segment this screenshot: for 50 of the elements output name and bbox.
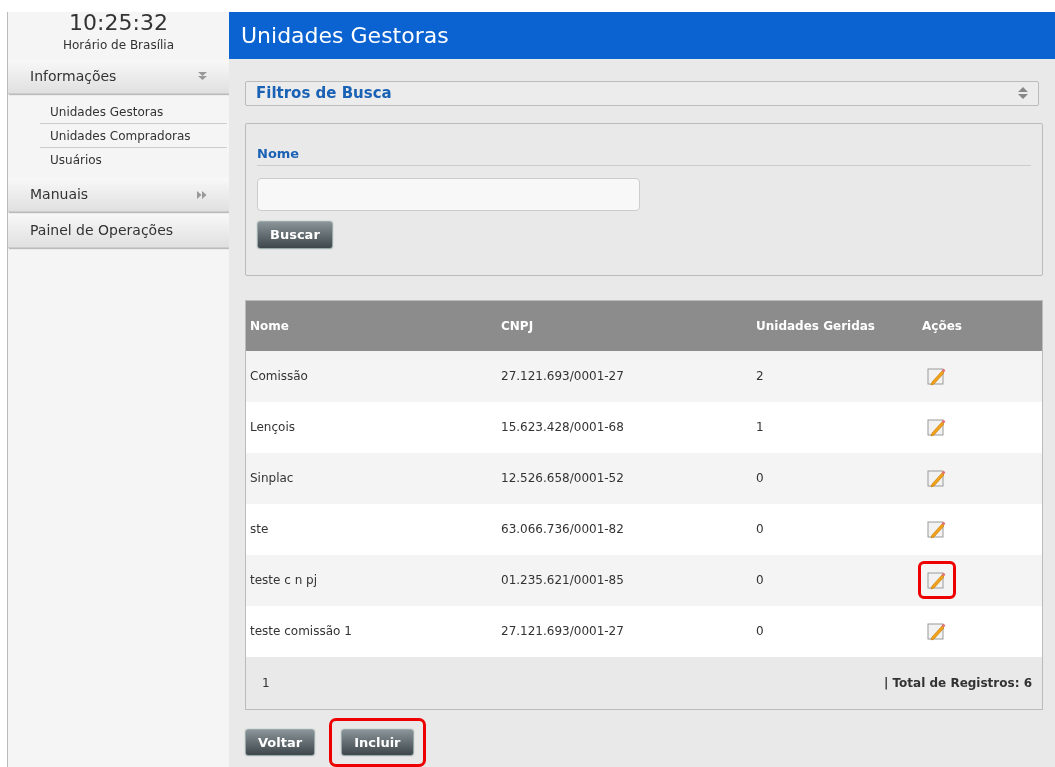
search-button[interactable]: Buscar — [257, 221, 333, 249]
table-cell-text: 15.623.428/0001-68 — [501, 419, 625, 436]
table-cell-text: teste c n pj — [249, 572, 319, 589]
table-cell-text: 1 — [756, 419, 765, 436]
pencil-edit-icon[interactable] — [927, 519, 947, 539]
filter-header[interactable]: Filtros de Busca — [245, 80, 1039, 106]
column-header: Nome — [249, 317, 290, 335]
table-cell-text: 0 — [756, 470, 765, 487]
table-cell-text: 63.066.736/0001-82 — [501, 521, 625, 538]
section-label: Manuais — [30, 185, 89, 204]
table-cell-text: 0 — [756, 572, 765, 589]
section-label: Painel de Operações — [30, 221, 174, 240]
pencil-edit-icon[interactable] — [927, 366, 947, 386]
table-cell-text: 0 — [756, 623, 765, 640]
name-input-field[interactable] — [257, 178, 640, 211]
page-title: Unidades Gestoras — [241, 21, 449, 50]
table-cell-text: teste comissão 1 — [249, 623, 353, 640]
column-header: CNPJ — [501, 317, 535, 335]
table-cell-text: 27.121.693/0001-27 — [501, 623, 625, 640]
column-header: Unidades Geridas — [756, 317, 876, 335]
action-button[interactable]: Voltar — [245, 728, 316, 756]
filter-title: Filtros de Busca — [256, 82, 392, 104]
time-zone-label: Horário de Brasília — [62, 37, 175, 54]
sidebar-section[interactable]: Informações — [8, 60, 229, 94]
sidebar-link[interactable]: Usuários — [40, 148, 227, 172]
sort-arrows-icon — [1018, 87, 1028, 99]
table-cell-text: Lençois — [249, 419, 296, 436]
page-number[interactable]: 1 — [262, 673, 270, 692]
clock-time: 10:25:32 — [68, 10, 169, 36]
total-records: | Total de Registros: 6 — [883, 674, 1032, 692]
table-cell-text: 0 — [756, 521, 765, 538]
pencil-edit-icon[interactable] — [927, 468, 947, 488]
table-cell-text: 2 — [756, 368, 765, 385]
pencil-edit-icon[interactable] — [927, 417, 947, 437]
pencil-edit-icon[interactable] — [927, 621, 947, 641]
sidebar-link[interactable]: Unidades Compradoras — [40, 124, 227, 148]
section-label: Informações — [30, 67, 117, 86]
sidebar-link[interactable]: Unidades Gestoras — [40, 100, 227, 124]
table-cell-text: Sinplac — [249, 470, 295, 487]
table-cell-text: Comissão — [249, 368, 309, 385]
field-label: Nome — [257, 143, 1031, 166]
table-cell-text: 27.121.693/0001-27 — [501, 368, 625, 385]
action-button[interactable]: Incluir — [341, 728, 414, 756]
pencil-edit-icon[interactable] — [927, 570, 947, 590]
column-header: Ações — [921, 317, 963, 335]
sidebar-section[interactable]: Manuais — [8, 178, 229, 212]
sidebar-section[interactable]: Painel de Operações — [8, 214, 229, 248]
table-cell-text: 12.526.658/0001-52 — [501, 470, 625, 487]
table-cell-text: ste — [249, 521, 270, 538]
table-cell-text: 01.235.621/0001-85 — [501, 572, 625, 589]
